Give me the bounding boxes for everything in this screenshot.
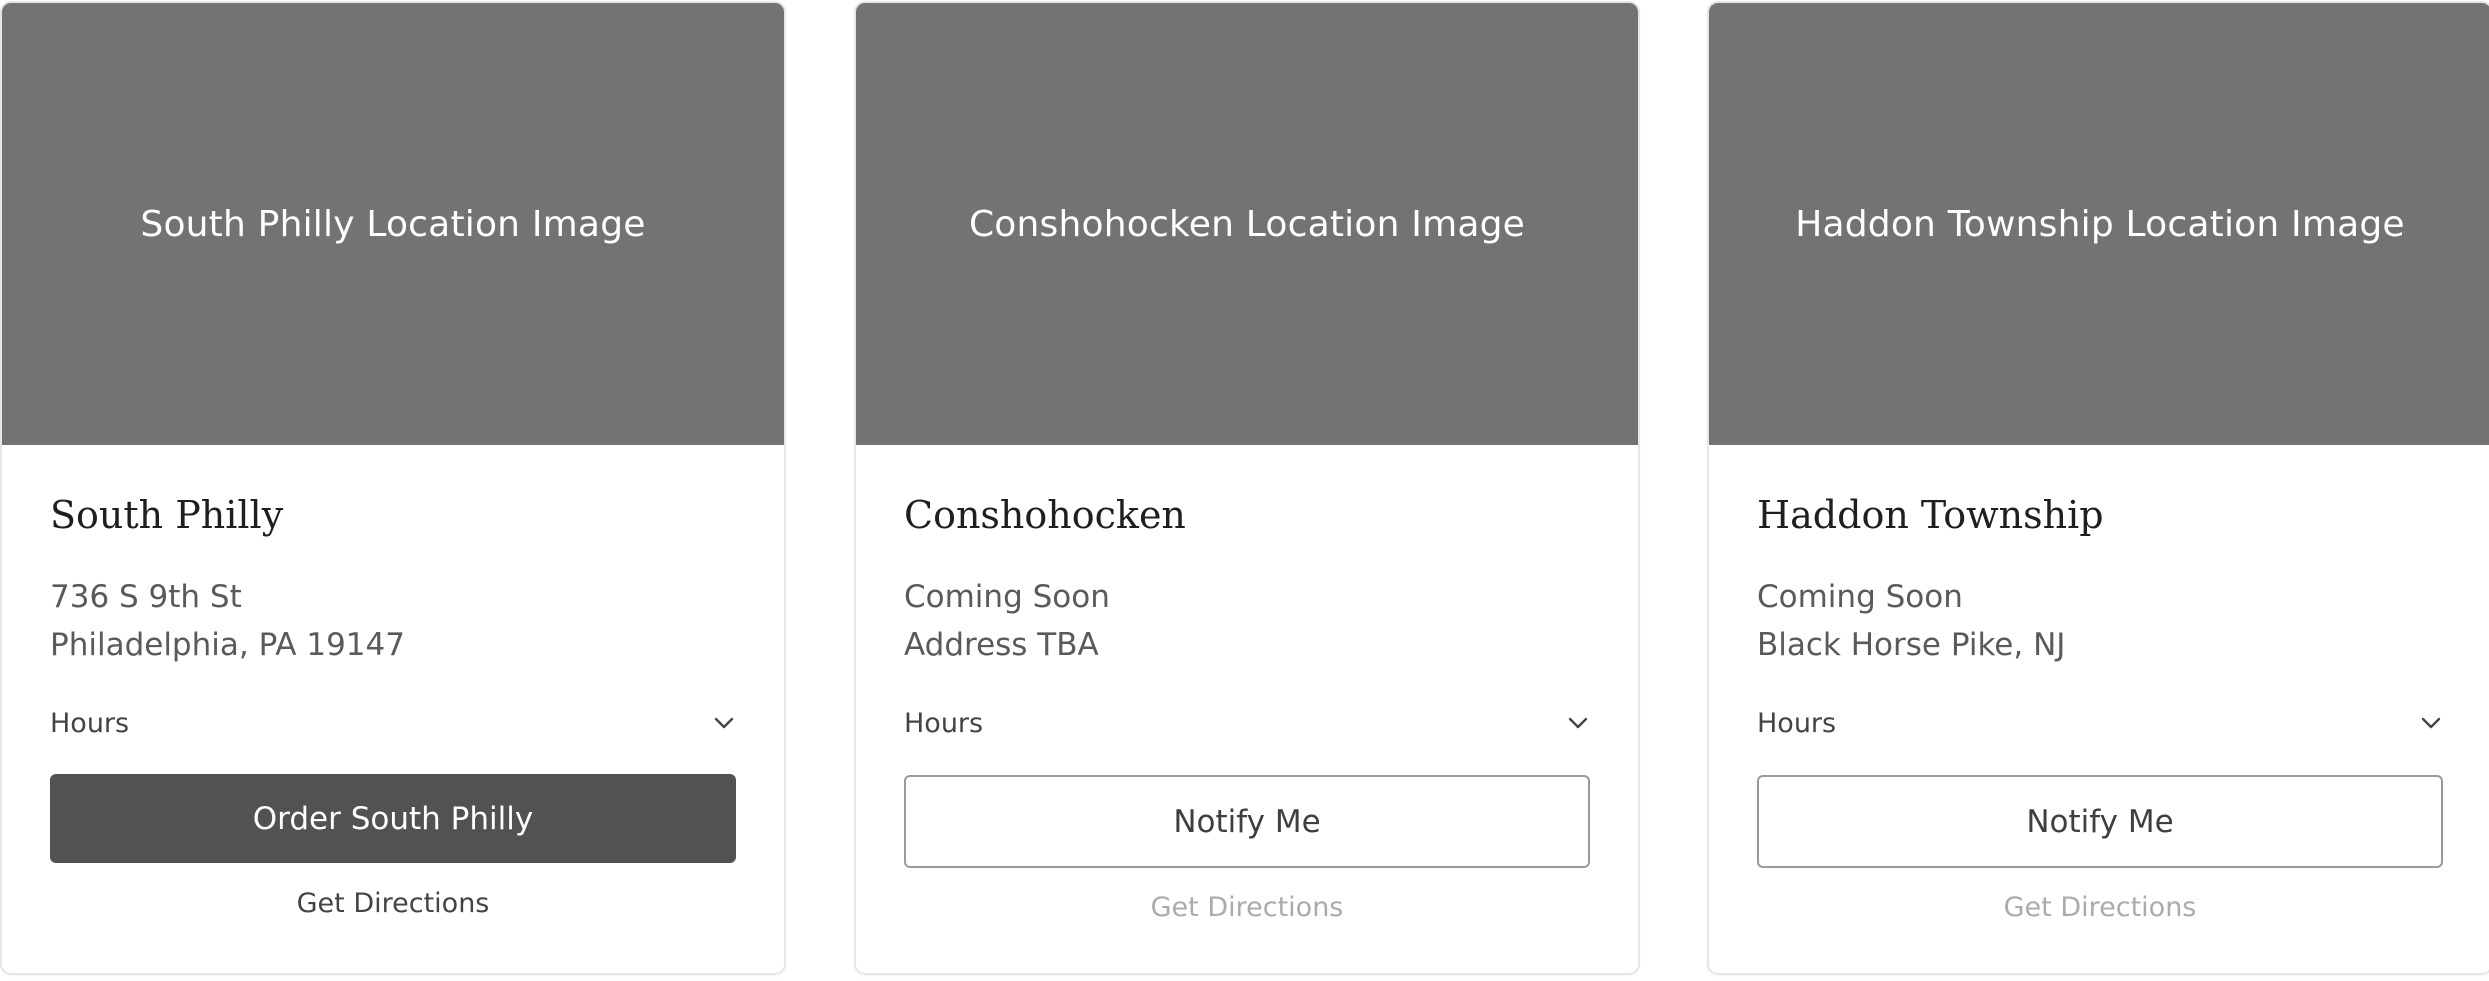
order-button[interactable]: Order South Philly (50, 774, 736, 863)
address-line-2: Black Horse Pike, NJ (1757, 627, 2066, 663)
address-line-2: Address TBA (904, 627, 1099, 663)
get-directions-link[interactable]: Get Directions (856, 892, 1638, 923)
location-cards: South Philly Location Image South Philly… (0, 0, 2489, 981)
hours-toggle[interactable]: Hours (904, 703, 1592, 743)
location-image-label: Haddon Township Location Image (1795, 203, 2405, 245)
hours-label: Hours (904, 707, 984, 739)
get-directions-link[interactable]: Get Directions (2, 888, 784, 919)
hours-label: Hours (1757, 707, 1837, 739)
hours-label: Hours (50, 707, 130, 739)
address-line-1: Coming Soon (904, 579, 1110, 615)
location-card-haddon-township: Haddon Township Location Image Haddon To… (1707, 1, 2489, 975)
location-card-conshohocken: Conshohocken Location Image Conshohocken… (854, 1, 1640, 975)
hours-toggle[interactable]: Hours (1757, 703, 2445, 743)
location-name: Haddon Township (1757, 493, 2104, 537)
chevron-down-icon (2417, 709, 2445, 737)
location-card-south-philly: South Philly Location Image South Philly… (0, 1, 786, 975)
address-line-1: 736 S 9th St (50, 579, 242, 615)
notify-me-button[interactable]: Notify Me (1757, 775, 2443, 868)
location-image: Haddon Township Location Image (1709, 3, 2489, 445)
location-name: South Philly (50, 493, 284, 537)
location-image: Conshohocken Location Image (856, 3, 1638, 445)
location-image: South Philly Location Image (2, 3, 784, 445)
location-name: Conshohocken (904, 493, 1186, 537)
get-directions-link[interactable]: Get Directions (1709, 892, 2489, 923)
location-image-label: South Philly Location Image (140, 203, 646, 245)
chevron-down-icon (710, 709, 738, 737)
chevron-down-icon (1564, 709, 1592, 737)
address-line-1: Coming Soon (1757, 579, 1963, 615)
address-line-2: Philadelphia, PA 19147 (50, 627, 405, 663)
hours-toggle[interactable]: Hours (50, 703, 738, 743)
notify-me-button[interactable]: Notify Me (904, 775, 1590, 868)
location-image-label: Conshohocken Location Image (968, 203, 1526, 245)
